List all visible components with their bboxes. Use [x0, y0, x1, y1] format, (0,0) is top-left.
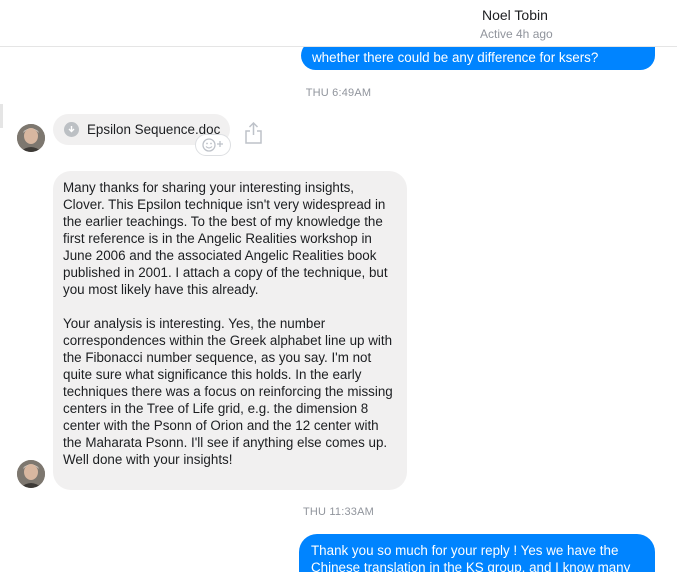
timestamp: THU 6:49AM — [305, 87, 372, 99]
share-icon[interactable] — [244, 122, 263, 144]
avatar[interactable] — [17, 460, 45, 488]
contact-name[interactable]: Noel Tobin — [482, 7, 548, 23]
avatar[interactable] — [17, 124, 45, 152]
message-thread[interactable]: whether there could be any difference fo… — [0, 47, 677, 572]
add-reaction-button[interactable] — [195, 134, 231, 156]
conversation-header: Noel Tobin Active 4h ago — [0, 0, 677, 47]
add-reaction-icon — [202, 138, 223, 152]
outgoing-message[interactable]: whether there could be any difference fo… — [301, 47, 655, 70]
outgoing-message[interactable]: Thank you so much for your reply ! Yes w… — [299, 534, 655, 572]
incoming-message[interactable]: Many thanks for sharing your interesting… — [53, 171, 407, 490]
active-status: Active 4h ago — [480, 27, 553, 41]
timestamp: THU 11:33AM — [302, 506, 375, 518]
download-icon[interactable] — [64, 122, 79, 137]
